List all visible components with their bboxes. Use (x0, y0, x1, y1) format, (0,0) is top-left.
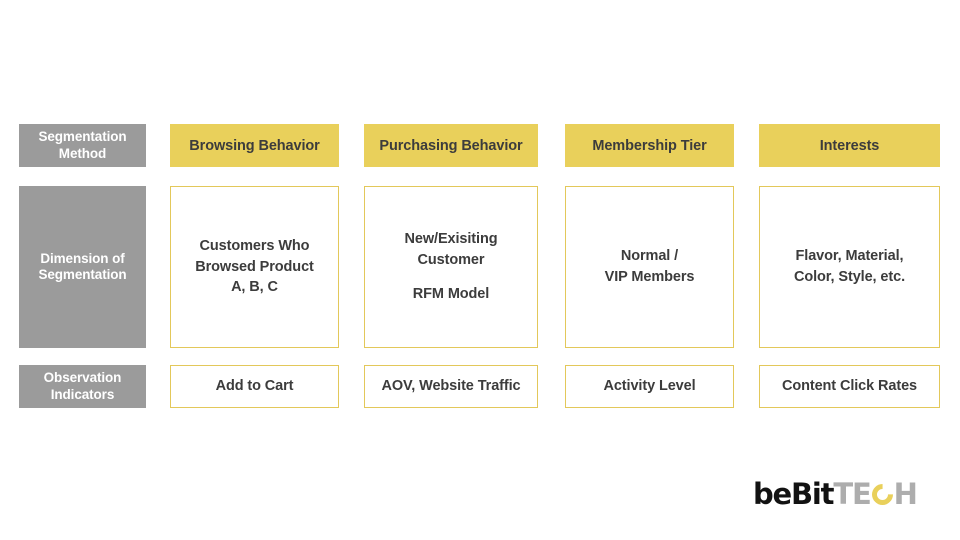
grid-gap-row (19, 167, 940, 186)
column-header-membership-tier[interactable]: Membership Tier (565, 124, 734, 167)
grid-gap (146, 124, 170, 167)
logo-letter-h: H (893, 476, 918, 511)
row-label-observation-indicators: Observation Indicators (19, 365, 146, 408)
column-header-interests[interactable]: Interests (759, 124, 940, 167)
column-header-browsing-behavior[interactable]: Browsing Behavior (170, 124, 339, 167)
dimension-line: New/Exisiting (404, 231, 498, 248)
dimension-line: Browsed Product (195, 258, 314, 275)
grid-gap-row (19, 348, 940, 365)
row-label-segmentation-method-line2: Method (58, 145, 107, 161)
segmentation-matrix: Segmentation Method Browsing Behavior Pu… (19, 124, 940, 408)
dimension-extra-line: RFM Model (412, 286, 490, 303)
grid-gap (339, 186, 364, 348)
grid-gap (339, 365, 364, 408)
dimension-cell-purchasing-behavior[interactable]: New/Exisiting Customer RFM Model (364, 186, 538, 348)
dimension-line: Color, Style, etc. (793, 269, 905, 285)
logo-letter-t: T (833, 476, 853, 511)
indicator-cell-browsing-behavior[interactable]: Add to Cart (170, 365, 339, 408)
line-spacer (405, 270, 498, 284)
grid-gap (146, 365, 170, 408)
grid-gap (538, 186, 565, 348)
column-header-purchasing-behavior[interactable]: Purchasing Behavior (364, 124, 538, 167)
grid-gap (339, 124, 364, 167)
dimension-line: Customer (417, 251, 485, 268)
row-label-observation-line1: Observation (43, 370, 122, 386)
logo-letter-c-icon (872, 484, 893, 505)
dimension-line: Flavor, Material, (795, 248, 904, 265)
logo-text-bebit: beBit (753, 476, 835, 511)
dimension-line: A, B, C (231, 279, 278, 296)
dimension-cell-browsing-behavior[interactable]: Customers Who Browsed Product A, B, C (170, 186, 339, 348)
dimension-line: Customers Who (199, 238, 310, 255)
dimension-cell-membership-tier[interactable]: Normal / VIP Members (565, 186, 734, 348)
slide-canvas: Segmentation Method Browsing Behavior Pu… (0, 0, 960, 540)
row-label-dimension-line2: Segmentation (38, 267, 127, 282)
bebit-tech-logo: beBit T E H (753, 476, 918, 511)
row-label-observation-line2: Indicators (50, 386, 115, 402)
indicator-cell-membership-tier[interactable]: Activity Level (565, 365, 734, 408)
dimension-line: VIP Members (604, 269, 695, 285)
grid-gap (734, 186, 759, 348)
row-label-dimension-of-segmentation: Dimension of Segmentation (19, 186, 146, 348)
grid-gap (146, 186, 170, 348)
grid-gap (538, 365, 565, 408)
row-label-dimension-line1: Dimension of (40, 250, 125, 266)
dimension-cell-interests[interactable]: Flavor, Material, Color, Style, etc. (759, 186, 940, 348)
logo-letter-e: E (851, 476, 872, 511)
row-label-segmentation-method: Segmentation Method (19, 124, 146, 167)
dimension-line: Normal / (620, 248, 679, 265)
indicator-cell-interests[interactable]: Content Click Rates (759, 365, 940, 408)
grid-gap (538, 124, 565, 167)
grid-gap (734, 124, 759, 167)
row-label-segmentation-method-line1: Segmentation (38, 129, 127, 145)
indicator-cell-purchasing-behavior[interactable]: AOV, Website Traffic (364, 365, 538, 408)
grid-gap (734, 365, 759, 408)
